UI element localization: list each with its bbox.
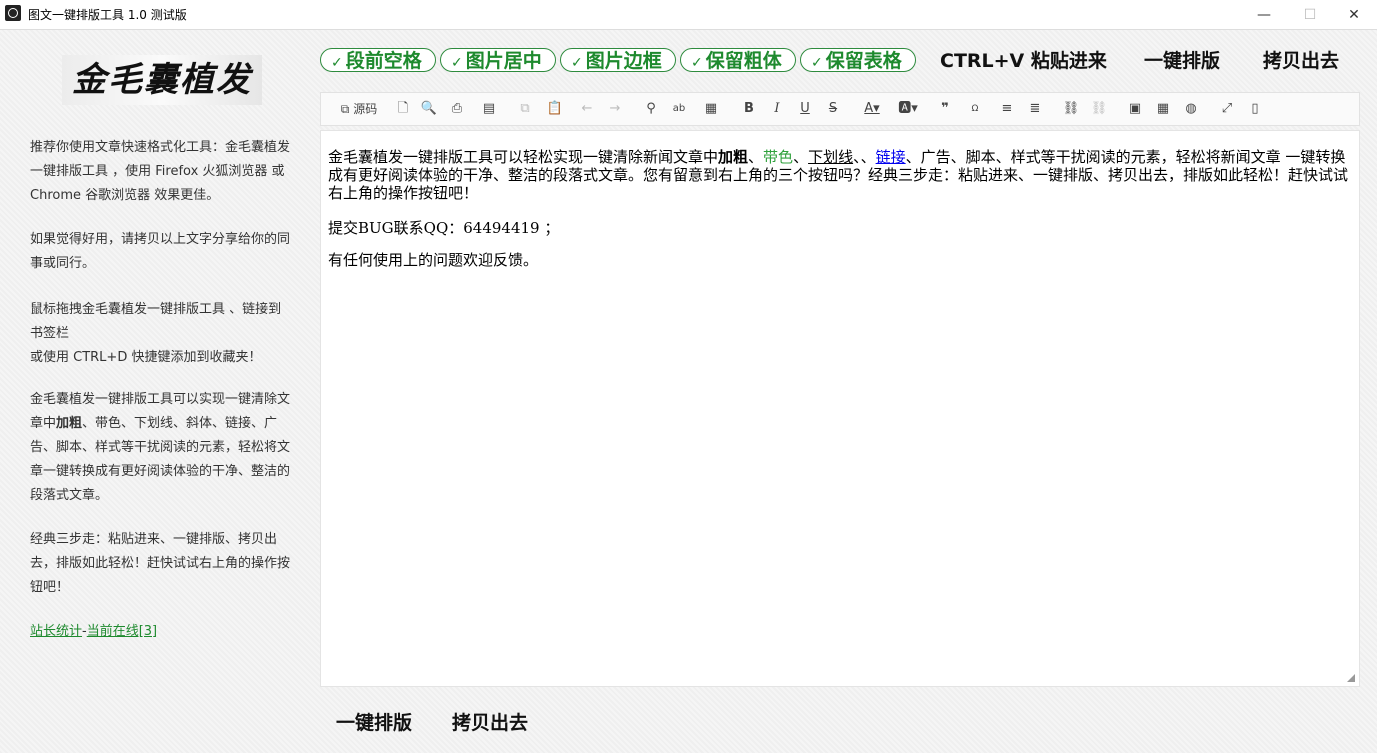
globe-icon[interactable]: ◍ <box>1181 99 1201 119</box>
p1-link[interactable]: 链接 <box>876 148 906 166</box>
source-code-icon: ⧉ <box>340 102 350 116</box>
p1-sep3: 、、 <box>853 148 876 166</box>
template-icon[interactable]: ▤ <box>479 99 499 119</box>
copy-button[interactable]: 拷贝出去 <box>1263 48 1339 74</box>
p1-colored: 带色 <box>763 148 794 166</box>
quote-icon[interactable]: ❞ <box>935 99 955 119</box>
option-image-border[interactable]: ✓ 图片边框 <box>560 48 676 72</box>
check-icon: ✓ <box>691 55 703 71</box>
p1-bold: 加粗 <box>718 148 749 166</box>
option-space-before-para[interactable]: ✓ 段前空格 <box>320 48 436 72</box>
mobile-icon[interactable]: ▯ <box>1245 99 1265 119</box>
source-button[interactable]: ⧉ 源码 <box>335 99 383 119</box>
steps-text: 经典三步走：粘贴进来、一键排版、拷贝出去，排版如此轻松！赶快试试右上角的操作按钮… <box>30 532 291 595</box>
logo: 金毛囊植发 <box>62 55 262 105</box>
sidebar: 金毛囊植发 推荐你使用文章快速格式化工具：金毛囊植发一键排版工具 ，使用 Fir… <box>0 30 310 753</box>
replace-icon[interactable]: ab <box>669 99 689 119</box>
stats-link[interactable]: 站长统计 <box>30 624 82 639</box>
find-icon[interactable]: ⚲ <box>641 99 661 119</box>
editor-content[interactable]: 金毛囊植发一键排版工具可以轻松实现一键清除新闻文章中加粗、带色、下划线、、链接、… <box>320 130 1360 687</box>
image-icon[interactable]: ▣ <box>1125 99 1145 119</box>
top-options-bar: ✓ 段前空格 ✓ 图片居中 ✓ 图片边框 ✓ 保留粗体 ✓ 保留表格 CTRL+V 粘贴进… <box>318 46 1368 76</box>
special-char-icon[interactable]: Ω <box>965 99 985 119</box>
check-icon: ✓ <box>331 55 343 71</box>
cut-icon[interactable]: ⧉ <box>515 99 535 119</box>
paste-icon[interactable]: 📋 <box>545 99 565 119</box>
new-doc-icon[interactable]: 🗋 <box>393 99 413 119</box>
minimize-button[interactable]: — <box>1241 0 1287 30</box>
print-icon[interactable]: ⎙ <box>447 99 467 119</box>
editor-toolbar: ⧉ 源码 🗋 🔍 ⎙ ▤ ⧉ 📋 ← → ⚲ ab ▦ B I U S A▾ 🅰… <box>320 92 1360 126</box>
option-label: 保留表格 <box>825 50 902 72</box>
check-icon: ✓ <box>571 55 583 71</box>
feature-text: 金毛囊植发一键排版工具可以实现一键清除文章中加粗、带色、下划线、斜体、链接、广告… <box>30 388 290 508</box>
option-label: 图片边框 <box>585 50 662 72</box>
underline-icon[interactable]: U <box>795 99 815 119</box>
table-icon[interactable]: ▦ <box>1153 99 1173 119</box>
bottom-format-button[interactable]: 一键排版 <box>336 710 412 736</box>
option-keep-tables[interactable]: ✓ 保留表格 <box>800 48 916 72</box>
share-text: 如果觉得好用，请拷贝以上文字分享给你的同事或同行。 <box>30 232 291 271</box>
main-area: 金毛囊植发 推荐你使用文章快速格式化工具：金毛囊植发一键排版工具 ，使用 Fir… <box>0 30 1377 753</box>
close-button[interactable]: ✕ <box>1331 0 1377 30</box>
feature-text-bold: 加粗 <box>56 416 83 431</box>
check-icon: ✓ <box>811 55 823 71</box>
option-center-images[interactable]: ✓ 图片居中 <box>440 48 556 72</box>
app-icon <box>5 5 21 21</box>
title-bar: 图文一键排版工具 1.0 测试版 — ☐ ✕ <box>0 0 1377 30</box>
unlink-icon[interactable]: ⛓ <box>1089 99 1109 119</box>
italic-icon[interactable]: I <box>767 99 787 119</box>
p1-sep: 、 <box>748 148 764 166</box>
option-label: 图片居中 <box>465 50 542 72</box>
stats-row: 站长统计-当前在线[3] <box>30 620 290 644</box>
p1-sep2: 、 <box>793 148 809 166</box>
intro-text: 推荐你使用文章快速格式化工具：金毛囊植发一键排版工具 ，使用 Firefox 火… <box>30 140 291 203</box>
link-icon[interactable]: ⛓ <box>1061 99 1081 119</box>
format-button[interactable]: 一键排版 <box>1144 48 1220 74</box>
bg-color-icon[interactable]: 🅰▾ <box>895 99 921 119</box>
font-color-icon[interactable]: A▾ <box>859 99 885 119</box>
bookmark-text: 鼠标拖拽金毛囊植发一键排版工具 、链接到书签栏 或使用 CTRL+D 快捷键添加… <box>30 298 290 370</box>
p1-underline: 下划线 <box>808 148 854 166</box>
strikethrough-icon[interactable]: S <box>823 99 843 119</box>
maximize-button[interactable]: ☐ <box>1287 0 1333 30</box>
option-label: 保留粗体 <box>705 50 782 72</box>
align-left-icon[interactable]: ≡ <box>997 99 1017 119</box>
bookmark-line-1: 鼠标拖拽金毛囊植发一键排版工具 、链接到书签栏 <box>30 302 282 341</box>
option-label: 段前空格 <box>345 50 422 72</box>
fullscreen-icon[interactable]: ⤢ <box>1217 99 1237 119</box>
window-title: 图文一键排版工具 1.0 测试版 <box>28 8 187 22</box>
editor-paragraph-3: 有任何使用上的问题欢迎反馈。 <box>328 251 539 269</box>
bold-icon[interactable]: B <box>739 99 759 119</box>
paste-button[interactable]: CTRL+V 粘贴进来 <box>940 48 1107 74</box>
align-right-icon[interactable]: ≣ <box>1025 99 1045 119</box>
check-icon: ✓ <box>451 55 463 71</box>
bookmark-line-2: 或使用 CTRL+D 快捷键添加到收藏夹！ <box>30 350 262 365</box>
option-keep-bold[interactable]: ✓ 保留粗体 <box>680 48 796 72</box>
redo-icon[interactable]: → <box>605 99 625 119</box>
editor-paragraph-2: 提交BUG联系QQ：64494419 ； <box>328 219 560 237</box>
p1-text-a: 金毛囊植发一键排版工具可以轻松实现一键清除新闻文章中 <box>328 148 719 166</box>
preview-icon[interactable]: 🔍 <box>419 99 439 119</box>
bottom-copy-button[interactable]: 拷贝出去 <box>452 710 528 736</box>
online-link[interactable]: 当前在线[3] <box>87 624 157 639</box>
editor-paragraph-1: 金毛囊植发一键排版工具可以轻松实现一键清除新闻文章中加粗、带色、下划线、、链接、… <box>328 148 1348 202</box>
format-painter-icon[interactable]: ▦ <box>701 99 721 119</box>
source-label: 源码 <box>353 102 378 116</box>
undo-icon[interactable]: ← <box>577 99 597 119</box>
resize-handle[interactable] <box>1347 674 1355 682</box>
